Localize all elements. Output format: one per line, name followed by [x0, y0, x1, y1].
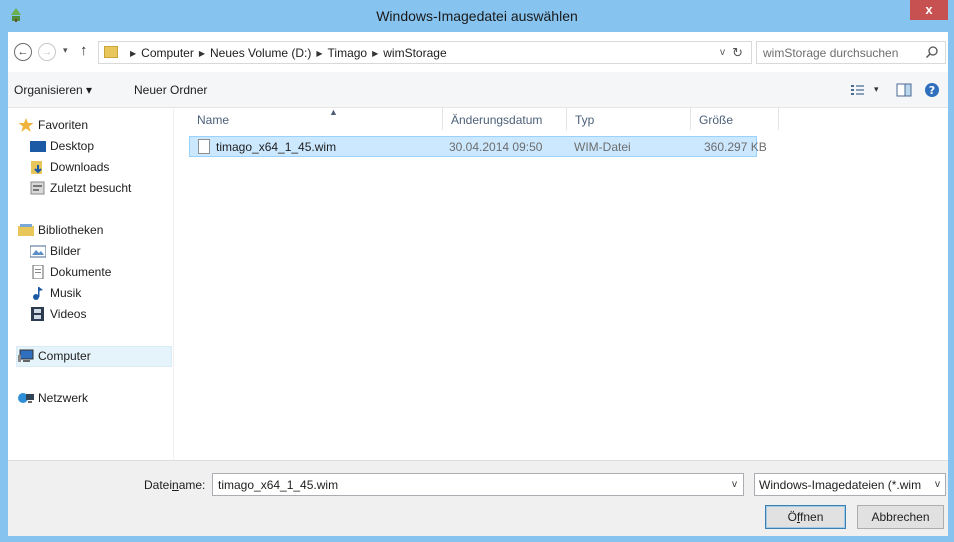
breadcrumb-wimstorage[interactable]: wimStorage	[383, 46, 446, 60]
forward-button[interactable]: →	[38, 43, 56, 61]
documents-icon	[32, 265, 44, 279]
new-folder-button[interactable]: Neuer Ordner	[134, 83, 207, 97]
view-dropdown-icon[interactable]: ▾	[874, 84, 879, 95]
computer-icon	[18, 349, 34, 362]
nav-pictures-label: Bilder	[50, 244, 81, 258]
nav-desktop-label: Desktop	[50, 139, 95, 153]
recent-places-icon	[30, 181, 45, 195]
file-type-select[interactable]: Windows-Imagedateien (*.wim v	[754, 473, 946, 496]
address-bar[interactable]: ▶ Computer ▶ Neues Volume (D:) ▶ Timago ▶ wimSt…	[98, 41, 752, 64]
help-icon[interactable]: ?	[924, 81, 940, 99]
breadcrumb-volume-d[interactable]: Neues Volume (D:)	[210, 46, 311, 60]
column-header-modified-label: Änderungsdatum	[451, 113, 543, 127]
breadcrumb: ▶ Computer ▶ Neues Volume (D:) ▶ Timago ▶ wimSt…	[125, 46, 447, 60]
filename-value: timago_x64_1_45.wim	[218, 478, 339, 492]
nav-downloads-label: Downloads	[50, 160, 110, 174]
svg-text:?: ?	[929, 84, 935, 97]
close-button[interactable]: x	[910, 0, 948, 20]
sort-ascending-icon: ▲	[329, 107, 338, 117]
column-header-name-label: Name	[197, 113, 230, 127]
file-row[interactable]: timago_x64_1_45.wim 30.04.2014 09:50 WIM…	[189, 136, 767, 157]
filename-dropdown-icon[interactable]: v	[732, 479, 737, 490]
column-header-modified[interactable]: Änderungsdatum	[443, 108, 567, 130]
filename-label: Dateiname:	[144, 478, 205, 492]
nav-music-label: Musik	[50, 286, 82, 300]
up-button[interactable]: ↑	[80, 42, 88, 59]
music-icon	[33, 287, 43, 300]
dialog-footer: Dateiname: timago_x64_1_45.wim v Windows…	[8, 460, 948, 536]
dialog-client-area: ← → ▾ ↑ ▶ Computer ▶ Neues Volume (D:) ▶ Tima…	[8, 32, 948, 536]
file-type: WIM-Datei	[574, 140, 631, 154]
pictures-icon	[30, 245, 46, 258]
open-button-suffix: fnen	[800, 510, 824, 524]
nav-network-label: Netzwerk	[38, 391, 89, 405]
file-list: ▲ Name Änderungsdatum Typ Größe timago_x…	[175, 107, 948, 486]
column-header-size-label: Größe	[699, 113, 734, 127]
filename-input[interactable]: timago_x64_1_45.wim v	[212, 473, 744, 496]
refresh-icon[interactable]: ↻	[732, 45, 743, 61]
file-type-value: Windows-Imagedateien (*.wim	[759, 478, 922, 492]
breadcrumb-separator-icon[interactable]: ▶	[316, 49, 322, 58]
window-title: Windows-Imagedatei auswählen	[376, 8, 578, 24]
filename-label-prefix: Datei	[144, 478, 173, 492]
search-icon[interactable]	[925, 45, 939, 59]
nav-videos-label: Videos	[50, 307, 87, 321]
file-open-dialog: Windows-Imagedatei auswählen x ← → ▾ ↑ ▶…	[0, 0, 954, 542]
column-header-size[interactable]: Größe	[691, 108, 779, 130]
videos-icon	[31, 307, 44, 321]
network-icon	[18, 393, 34, 403]
nav-recent-label: Zuletzt besucht	[50, 181, 132, 195]
title-bar[interactable]: Windows-Imagedatei auswählen x	[0, 0, 954, 32]
file-size: 360.297 KB	[704, 140, 767, 154]
file-modified: 30.04.2014 09:50	[449, 140, 543, 154]
command-bar: Organisieren ▾ Neuer Ordner ▾ ?	[8, 72, 948, 108]
open-button-prefix: Ö	[787, 510, 797, 524]
filename-label-suffix: ame:	[178, 478, 206, 492]
file-icon	[198, 139, 210, 154]
view-options-icon[interactable]	[850, 81, 866, 99]
preview-pane-icon[interactable]	[896, 81, 912, 99]
nav-favorites-label: Favoriten	[38, 118, 89, 132]
column-header-type-label: Typ	[575, 113, 595, 127]
breadcrumb-computer[interactable]: Computer	[141, 46, 194, 60]
file-name: timago_x64_1_45.wim	[216, 140, 337, 154]
open-button[interactable]: Öffnen	[765, 505, 846, 529]
column-header-name[interactable]: ▲ Name	[189, 107, 443, 130]
nav-computer-label: Computer	[38, 349, 91, 363]
breadcrumb-separator-icon[interactable]: ▶	[199, 49, 205, 58]
column-header-type[interactable]: Typ	[567, 108, 691, 130]
back-button[interactable]: ←	[14, 43, 32, 61]
libraries-icon	[18, 224, 34, 236]
downloads-icon	[31, 161, 42, 174]
breadcrumb-separator-icon[interactable]: ▶	[372, 49, 378, 58]
recent-locations-dropdown[interactable]: ▾	[63, 45, 68, 56]
folder-icon	[104, 46, 118, 58]
cancel-button[interactable]: Abbrechen	[857, 505, 944, 529]
nav-documents-label: Dokumente	[50, 265, 112, 279]
search-placeholder: wimStorage durchsuchen	[763, 46, 899, 60]
search-input[interactable]: wimStorage durchsuchen	[756, 41, 946, 64]
address-row: ← → ▾ ↑ ▶ Computer ▶ Neues Volume (D:) ▶ Tima…	[8, 32, 948, 72]
breadcrumb-separator-icon[interactable]: ▶	[130, 49, 136, 58]
desktop-icon	[30, 141, 46, 152]
navigation-pane: Favoriten Desktop Downloads Zuletzt besu…	[8, 108, 174, 486]
file-type-dropdown-icon[interactable]: v	[935, 479, 940, 490]
address-dropdown-icon[interactable]: v	[720, 47, 725, 58]
filename-label-accesskey: n	[172, 478, 179, 492]
nav-libraries-label: Bibliotheken	[38, 223, 104, 237]
star-icon	[18, 118, 34, 132]
organize-menu-button[interactable]: Organisieren ▾	[14, 83, 92, 97]
breadcrumb-timago[interactable]: Timago	[328, 46, 368, 60]
